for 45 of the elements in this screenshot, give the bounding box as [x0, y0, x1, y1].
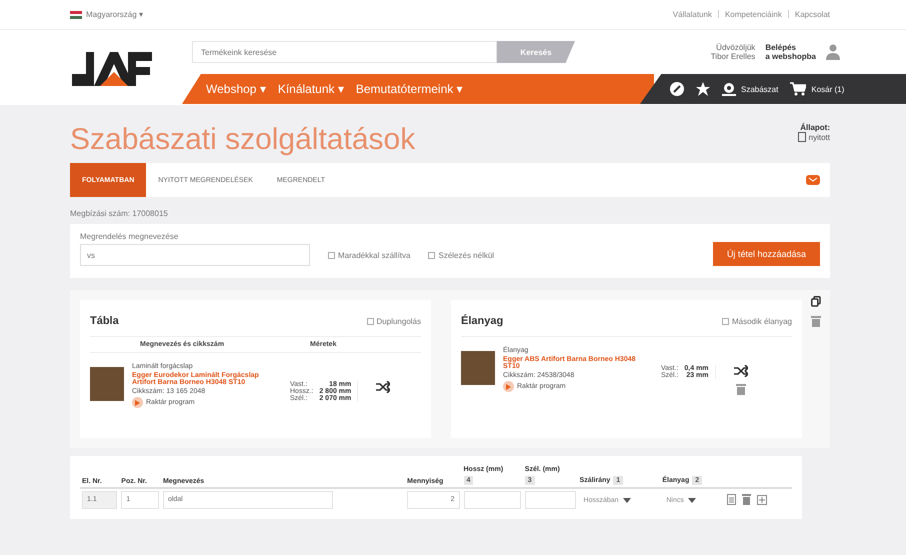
caret-icon: [688, 498, 696, 502]
greeting-text: Tibor Erelles: [710, 52, 756, 61]
cart-icon: [790, 82, 806, 96]
card-title: Tábla: [90, 315, 119, 327]
wood-swatch: [90, 367, 124, 401]
checkbox[interactable]: Duplungolás: [366, 310, 421, 332]
top-link[interactable]: Vállalatunk: [672, 10, 712, 19]
nav-menu[interactable]: Bemutatótermeink ▾: [356, 82, 463, 96]
trash-icon: [736, 383, 746, 395]
shuffle-icon: [376, 381, 390, 393]
nav-menu[interactable]: Kínálatunk ▾: [278, 82, 344, 96]
user-icon: [826, 44, 840, 60]
nav-link[interactable]: Szabászat: [722, 82, 778, 96]
top-link[interactable]: Kompetenciáink: [724, 10, 782, 19]
plus-box-icon: [756, 494, 767, 504]
top-link[interactable]: Kapcsolat: [794, 10, 830, 19]
caret-icon: [622, 498, 631, 502]
checkbox[interactable]: Második élanyag: [722, 310, 792, 332]
trash-icon: [742, 494, 751, 504]
checkbox[interactable]: Szélezés nélkül: [428, 244, 494, 266]
greeting-text: Üdvözöljük: [715, 43, 756, 52]
search-field[interactable]: Termékeink keresése: [192, 41, 497, 63]
status-value: nyitott: [808, 132, 830, 142]
order-number: Megbízási szám: 17008015: [70, 209, 169, 218]
add-item-button[interactable]: Új tétel hozzáadása: [712, 242, 820, 266]
trash-icon: [811, 315, 821, 327]
wood-swatch: [461, 351, 495, 385]
status-label: Állapot:: [799, 123, 830, 132]
hungarian-flag-icon: [70, 10, 82, 18]
circle-icon: [670, 82, 684, 96]
mail-icon: [806, 175, 820, 185]
star-icon: [696, 82, 710, 96]
card-title: Élanyag: [461, 315, 504, 327]
shuffle-icon: [734, 365, 748, 377]
width-field[interactable]: [524, 491, 576, 509]
page-title: Szabászati szolgáltatások: [70, 123, 416, 157]
checkbox[interactable]: Maradékkal szállítva: [328, 244, 410, 266]
order-name-field[interactable]: vs: [80, 244, 310, 266]
length-field[interactable]: [464, 491, 521, 509]
nav-menu[interactable]: Webshop ▾: [206, 82, 266, 96]
field-label: Megrendelés megnevezése: [80, 232, 180, 241]
cart-link[interactable]: Kosár (1): [790, 82, 844, 96]
login-link[interactable]: Belépés a webshopba: [765, 43, 816, 61]
document-icon: [798, 132, 806, 142]
language-selector[interactable]: Magyarország ▾: [86, 10, 143, 19]
